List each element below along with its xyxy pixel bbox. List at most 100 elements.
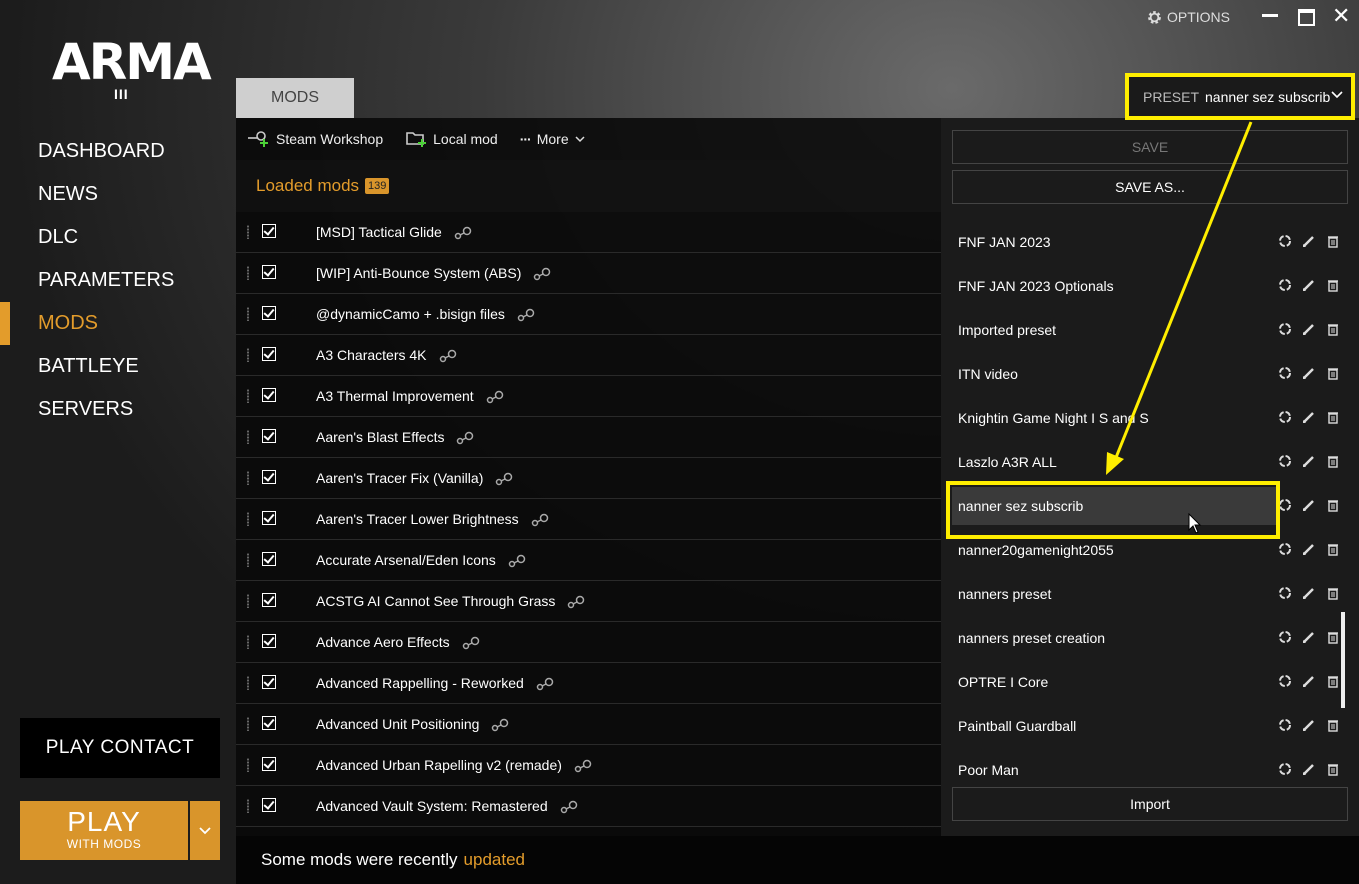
nav-item-parameters[interactable]: PARAMETERS bbox=[0, 259, 236, 302]
mod-row[interactable]: @dynamicCamo + .bisign files bbox=[236, 294, 941, 335]
preset-row[interactable]: FNF JAN 2023 Optionals bbox=[952, 264, 1348, 308]
drag-handle-icon[interactable] bbox=[246, 225, 250, 239]
trash-icon[interactable] bbox=[1326, 542, 1340, 556]
drag-handle-icon[interactable] bbox=[246, 307, 250, 321]
mod-row[interactable]: A3 Characters 4K bbox=[236, 335, 941, 376]
load-preset-icon[interactable] bbox=[1278, 630, 1292, 644]
drag-handle-icon[interactable] bbox=[246, 799, 250, 813]
mod-row[interactable]: A3 Thermal Improvement bbox=[236, 376, 941, 417]
mod-checkbox[interactable] bbox=[262, 552, 276, 566]
trash-icon[interactable] bbox=[1326, 498, 1340, 512]
local-mod-button[interactable]: Local mod bbox=[405, 130, 498, 148]
preset-row[interactable]: OPTRE I Core bbox=[952, 660, 1348, 704]
preset-row[interactable]: Paintball Guardball bbox=[952, 704, 1348, 748]
trash-icon[interactable] bbox=[1326, 630, 1340, 644]
trash-icon[interactable] bbox=[1326, 366, 1340, 380]
drag-handle-icon[interactable] bbox=[246, 758, 250, 772]
mod-checkbox[interactable] bbox=[262, 347, 276, 361]
edit-pencil-icon[interactable] bbox=[1302, 234, 1316, 248]
drag-handle-icon[interactable] bbox=[246, 717, 250, 731]
edit-pencil-icon[interactable] bbox=[1302, 674, 1316, 688]
load-preset-icon[interactable] bbox=[1278, 542, 1292, 556]
trash-icon[interactable] bbox=[1326, 762, 1340, 776]
edit-pencil-icon[interactable] bbox=[1302, 366, 1316, 380]
edit-pencil-icon[interactable] bbox=[1302, 630, 1316, 644]
mod-row[interactable]: Advanced Urban Rapelling v2 (remade) bbox=[236, 745, 941, 786]
mod-checkbox[interactable] bbox=[262, 265, 276, 279]
load-preset-icon[interactable] bbox=[1278, 278, 1292, 292]
edit-pencil-icon[interactable] bbox=[1302, 278, 1316, 292]
preset-row[interactable]: ITN video bbox=[952, 352, 1348, 396]
drag-handle-icon[interactable] bbox=[246, 594, 250, 608]
mod-checkbox[interactable] bbox=[262, 224, 276, 238]
edit-pencil-icon[interactable] bbox=[1302, 718, 1316, 732]
edit-pencil-icon[interactable] bbox=[1302, 498, 1316, 512]
save-preset-button[interactable]: SAVE bbox=[952, 130, 1348, 164]
steam-workshop-button[interactable]: Steam Workshop bbox=[246, 130, 383, 148]
mod-checkbox[interactable] bbox=[262, 470, 276, 484]
preset-list-scrollbar[interactable] bbox=[1341, 612, 1345, 708]
play-options-button[interactable] bbox=[190, 801, 220, 860]
preset-row[interactable]: FNF JAN 2023 bbox=[952, 220, 1348, 264]
preset-dropdown[interactable]: PRESET nanner sez subscrib bbox=[1125, 73, 1355, 120]
nav-item-news[interactable]: NEWS bbox=[0, 173, 236, 216]
drag-handle-icon[interactable] bbox=[246, 348, 250, 362]
mod-row[interactable]: Advance Aero Effects bbox=[236, 622, 941, 663]
mod-row[interactable]: Accurate Arsenal/Eden Icons bbox=[236, 540, 941, 581]
edit-pencil-icon[interactable] bbox=[1302, 410, 1316, 424]
mod-checkbox[interactable] bbox=[262, 388, 276, 402]
mod-checkbox[interactable] bbox=[262, 675, 276, 689]
load-preset-icon[interactable] bbox=[1278, 498, 1292, 512]
mod-row[interactable]: Advanced Rappelling - Reworked bbox=[236, 663, 941, 704]
trash-icon[interactable] bbox=[1326, 454, 1340, 468]
load-preset-icon[interactable] bbox=[1278, 674, 1292, 688]
mod-row[interactable]: Aaren's Blast Effects bbox=[236, 417, 941, 458]
mod-row[interactable]: Advanced Unit Positioning bbox=[236, 704, 941, 745]
drag-handle-icon[interactable] bbox=[246, 553, 250, 567]
preset-row[interactable]: Imported preset bbox=[952, 308, 1348, 352]
mod-row[interactable]: ACSTG AI Cannot See Through Grass bbox=[236, 581, 941, 622]
drag-handle-icon[interactable] bbox=[246, 266, 250, 280]
trash-icon[interactable] bbox=[1326, 322, 1340, 336]
preset-row[interactable]: nanners preset bbox=[952, 572, 1348, 616]
edit-pencil-icon[interactable] bbox=[1302, 762, 1316, 776]
mod-row[interactable]: Aaren's Tracer Fix (Vanilla) bbox=[236, 458, 941, 499]
mod-checkbox[interactable] bbox=[262, 634, 276, 648]
nav-item-servers[interactable]: SERVERS bbox=[0, 388, 236, 431]
mod-row[interactable]: Advanced Vault System: Remastered bbox=[236, 786, 941, 827]
nav-item-dashboard[interactable]: DASHBOARD bbox=[0, 130, 236, 173]
mod-checkbox[interactable] bbox=[262, 798, 276, 812]
mod-row[interactable]: [WIP] Anti-Bounce System (ABS) bbox=[236, 253, 941, 294]
load-preset-icon[interactable] bbox=[1278, 410, 1292, 424]
trash-icon[interactable] bbox=[1326, 718, 1340, 732]
minimize-icon[interactable] bbox=[1262, 14, 1278, 17]
trash-icon[interactable] bbox=[1326, 410, 1340, 424]
trash-icon[interactable] bbox=[1326, 586, 1340, 600]
mod-checkbox[interactable] bbox=[262, 429, 276, 443]
preset-row[interactable]: Knightin Game Night I S and S bbox=[952, 396, 1348, 440]
import-preset-button[interactable]: Import bbox=[952, 787, 1348, 821]
load-preset-icon[interactable] bbox=[1278, 322, 1292, 336]
mod-row[interactable]: Aaren's Tracer Lower Brightness bbox=[236, 499, 941, 540]
mod-checkbox[interactable] bbox=[262, 306, 276, 320]
load-preset-icon[interactable] bbox=[1278, 762, 1292, 776]
updated-link[interactable]: updated bbox=[464, 850, 525, 870]
nav-item-dlc[interactable]: DLC bbox=[0, 216, 236, 259]
trash-icon[interactable] bbox=[1326, 278, 1340, 292]
mod-checkbox[interactable] bbox=[262, 716, 276, 730]
load-preset-icon[interactable] bbox=[1278, 718, 1292, 732]
mod-checkbox[interactable] bbox=[262, 757, 276, 771]
close-icon[interactable]: ✕ bbox=[1332, 4, 1350, 29]
more-menu-button[interactable]: ··· More bbox=[520, 131, 585, 147]
nav-item-mods[interactable]: MODS bbox=[0, 302, 236, 345]
load-preset-icon[interactable] bbox=[1278, 366, 1292, 380]
nav-item-battleye[interactable]: BATTLEYE bbox=[0, 345, 236, 388]
mod-checkbox[interactable] bbox=[262, 593, 276, 607]
maximize-icon[interactable] bbox=[1298, 9, 1315, 26]
load-preset-icon[interactable] bbox=[1278, 234, 1292, 248]
drag-handle-icon[interactable] bbox=[246, 389, 250, 403]
drag-handle-icon[interactable] bbox=[246, 430, 250, 444]
drag-handle-icon[interactable] bbox=[246, 471, 250, 485]
edit-pencil-icon[interactable] bbox=[1302, 586, 1316, 600]
play-button[interactable]: PLAY WITH MODS bbox=[20, 801, 188, 860]
